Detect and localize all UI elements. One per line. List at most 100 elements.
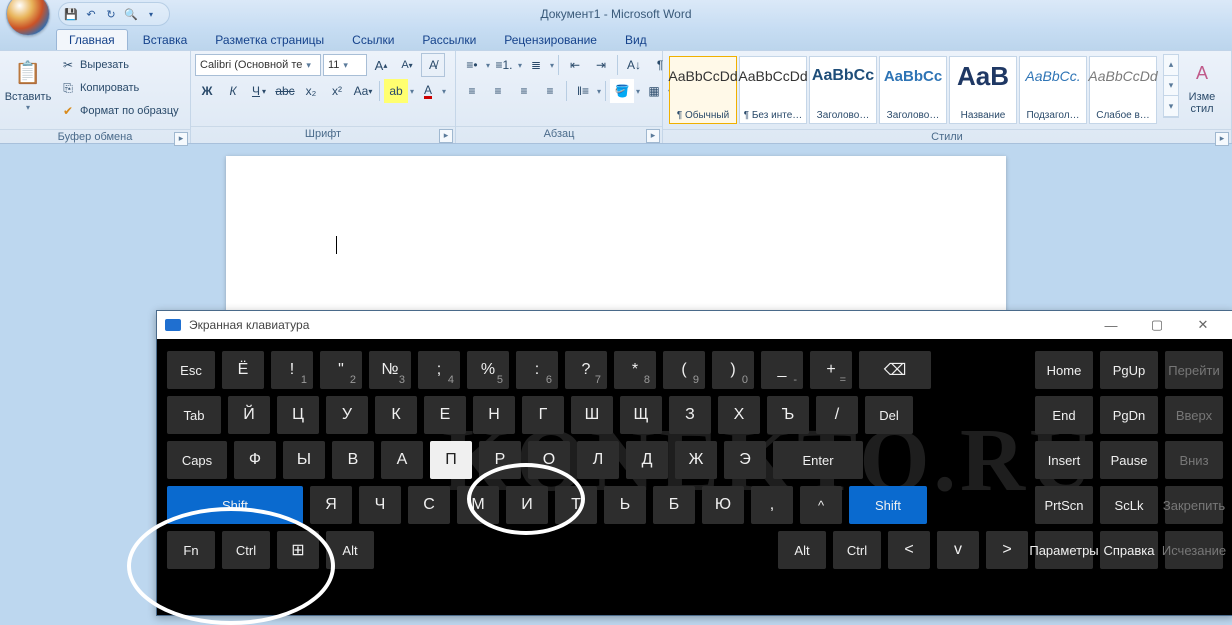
key-перейти[interactable]: Перейти bbox=[1165, 351, 1223, 389]
undo-icon[interactable]: ↶ bbox=[83, 6, 99, 22]
superscript-button[interactable]: x² bbox=[325, 79, 349, 103]
key-![interactable]: !1 bbox=[271, 351, 313, 389]
key-shift[interactable]: Shift bbox=[167, 486, 303, 524]
key-х[interactable]: Х bbox=[718, 396, 760, 434]
key-tab[interactable]: Tab bbox=[167, 396, 221, 434]
key-home[interactable]: Home bbox=[1035, 351, 1093, 389]
key-ш[interactable]: Ш bbox=[571, 396, 613, 434]
launcher-icon[interactable]: ▸ bbox=[646, 129, 660, 143]
highlight-button[interactable]: ab bbox=[384, 79, 408, 103]
key-я[interactable]: Я bbox=[310, 486, 352, 524]
key-э[interactable]: Э bbox=[724, 441, 766, 479]
key-й[interactable]: Й bbox=[228, 396, 270, 434]
paste-button[interactable]: 📋 Вставить ▾ bbox=[4, 54, 52, 126]
style-item[interactable]: AaBbCcDd¶ Без инте… bbox=[739, 56, 807, 124]
key-v[interactable]: v bbox=[937, 531, 979, 569]
key-о[interactable]: О bbox=[528, 441, 570, 479]
shading-button[interactable]: 🪣 bbox=[610, 79, 634, 103]
key-?[interactable]: ?7 bbox=[565, 351, 607, 389]
style-item[interactable]: AaBbCcЗаголово… bbox=[879, 56, 947, 124]
key-и[interactable]: И bbox=[506, 486, 548, 524]
key-pause[interactable]: Pause bbox=[1100, 441, 1158, 479]
key-к[interactable]: К bbox=[375, 396, 417, 434]
key-end[interactable]: End bbox=[1035, 396, 1093, 434]
align-right-button[interactable]: ≡ bbox=[512, 79, 536, 103]
bullets-button[interactable]: ≡• bbox=[460, 53, 484, 77]
key-т[interactable]: Т bbox=[555, 486, 597, 524]
key-вверх[interactable]: Вверх bbox=[1165, 396, 1223, 434]
key-з[interactable]: З bbox=[669, 396, 711, 434]
line-spacing-button[interactable]: ‖≡ bbox=[571, 79, 595, 103]
align-left-button[interactable]: ≡ bbox=[460, 79, 484, 103]
key-ы[interactable]: Ы bbox=[283, 441, 325, 479]
key-"[interactable]: "2 bbox=[320, 351, 362, 389]
key-pgup[interactable]: PgUp bbox=[1100, 351, 1158, 389]
key-щ[interactable]: Щ bbox=[620, 396, 662, 434]
key-б[interactable]: Б bbox=[653, 486, 695, 524]
key-н[interactable]: Н bbox=[473, 396, 515, 434]
scroll-up-icon[interactable]: ▴ bbox=[1164, 55, 1178, 76]
key-ъ[interactable]: Ъ bbox=[767, 396, 809, 434]
key-ж[interactable]: Ж bbox=[675, 441, 717, 479]
key-вниз[interactable]: Вниз bbox=[1165, 441, 1223, 479]
key-<[interactable]: < bbox=[888, 531, 930, 569]
key-%[interactable]: %5 bbox=[467, 351, 509, 389]
align-center-button[interactable]: ≡ bbox=[486, 79, 510, 103]
cut-button[interactable]: ✂Вырезать bbox=[56, 54, 183, 76]
key-р[interactable]: Р bbox=[479, 441, 521, 479]
key-е[interactable]: Е bbox=[424, 396, 466, 434]
save-icon[interactable]: 💾 bbox=[63, 6, 79, 22]
key-)[interactable]: )0 bbox=[712, 351, 754, 389]
style-item[interactable]: AaBbCcDd¶ Обычный bbox=[669, 56, 737, 124]
tab-Рассылки[interactable]: Рассылки bbox=[409, 29, 489, 50]
minimize-button[interactable]: — bbox=[1089, 311, 1133, 339]
key-esc[interactable]: Esc bbox=[167, 351, 215, 389]
style-item[interactable]: AaBbCcЗаголово… bbox=[809, 56, 877, 124]
key-ц[interactable]: Ц bbox=[277, 396, 319, 434]
key-prtscn[interactable]: PrtScn bbox=[1035, 486, 1093, 524]
key-enter[interactable]: Enter bbox=[773, 441, 863, 479]
key-а[interactable]: А bbox=[381, 441, 423, 479]
key-у[interactable]: У bbox=[326, 396, 368, 434]
key->[interactable]: > bbox=[986, 531, 1028, 569]
tab-Вставка[interactable]: Вставка bbox=[130, 29, 201, 50]
key-+[interactable]: += bbox=[810, 351, 852, 389]
close-button[interactable]: ✕ bbox=[1181, 311, 1225, 339]
key-insert[interactable]: Insert bbox=[1035, 441, 1093, 479]
key-ctrl[interactable]: Ctrl bbox=[222, 531, 270, 569]
qat-dropdown-icon[interactable]: ▾ bbox=[143, 6, 159, 22]
key-*[interactable]: *8 bbox=[614, 351, 656, 389]
outdent-button[interactable]: ⇤ bbox=[563, 53, 587, 77]
tab-Вид[interactable]: Вид bbox=[612, 29, 660, 50]
key-л[interactable]: Л bbox=[577, 441, 619, 479]
key-г[interactable]: Г bbox=[522, 396, 564, 434]
change-styles-button[interactable]: A Изме стил bbox=[1183, 54, 1221, 126]
key-pgdn[interactable]: PgDn bbox=[1100, 396, 1158, 434]
key-№[interactable]: №3 bbox=[369, 351, 411, 389]
gallery-scroll[interactable]: ▴ ▾ ▾ bbox=[1163, 54, 1179, 118]
key-_[interactable]: _- bbox=[761, 351, 803, 389]
bold-button[interactable]: Ж bbox=[195, 79, 219, 103]
subscript-button[interactable]: x₂ bbox=[299, 79, 323, 103]
shrink-font-button[interactable]: A▾ bbox=[395, 53, 419, 77]
key-ю[interactable]: Ю bbox=[702, 486, 744, 524]
key-м[interactable]: М bbox=[457, 486, 499, 524]
document-page[interactable] bbox=[226, 156, 1006, 310]
key-⌫[interactable]: ⌫ bbox=[859, 351, 931, 389]
osk-titlebar[interactable]: Экранная клавиатура — ▢ ✕ bbox=[157, 311, 1232, 339]
justify-button[interactable]: ≡ bbox=[538, 79, 562, 103]
key-shift[interactable]: Shift bbox=[849, 486, 927, 524]
key-/[interactable]: / bbox=[816, 396, 858, 434]
redo-icon[interactable]: ↻ bbox=[103, 6, 119, 22]
key-caps[interactable]: Caps bbox=[167, 441, 227, 479]
key-д[interactable]: Д bbox=[626, 441, 668, 479]
tab-Ссылки[interactable]: Ссылки bbox=[339, 29, 407, 50]
numbering-button[interactable]: ≡1. bbox=[492, 53, 516, 77]
key-([interactable]: (9 bbox=[663, 351, 705, 389]
strike-button[interactable]: abc bbox=[273, 79, 297, 103]
print-preview-icon[interactable]: 🔍 bbox=[123, 6, 139, 22]
tab-Главная[interactable]: Главная bbox=[56, 29, 128, 50]
key-закрепить[interactable]: Закрепить bbox=[1165, 486, 1223, 524]
key-исчезание[interactable]: Исчезание bbox=[1165, 531, 1223, 569]
key-⊞[interactable]: ⊞ bbox=[277, 531, 319, 569]
